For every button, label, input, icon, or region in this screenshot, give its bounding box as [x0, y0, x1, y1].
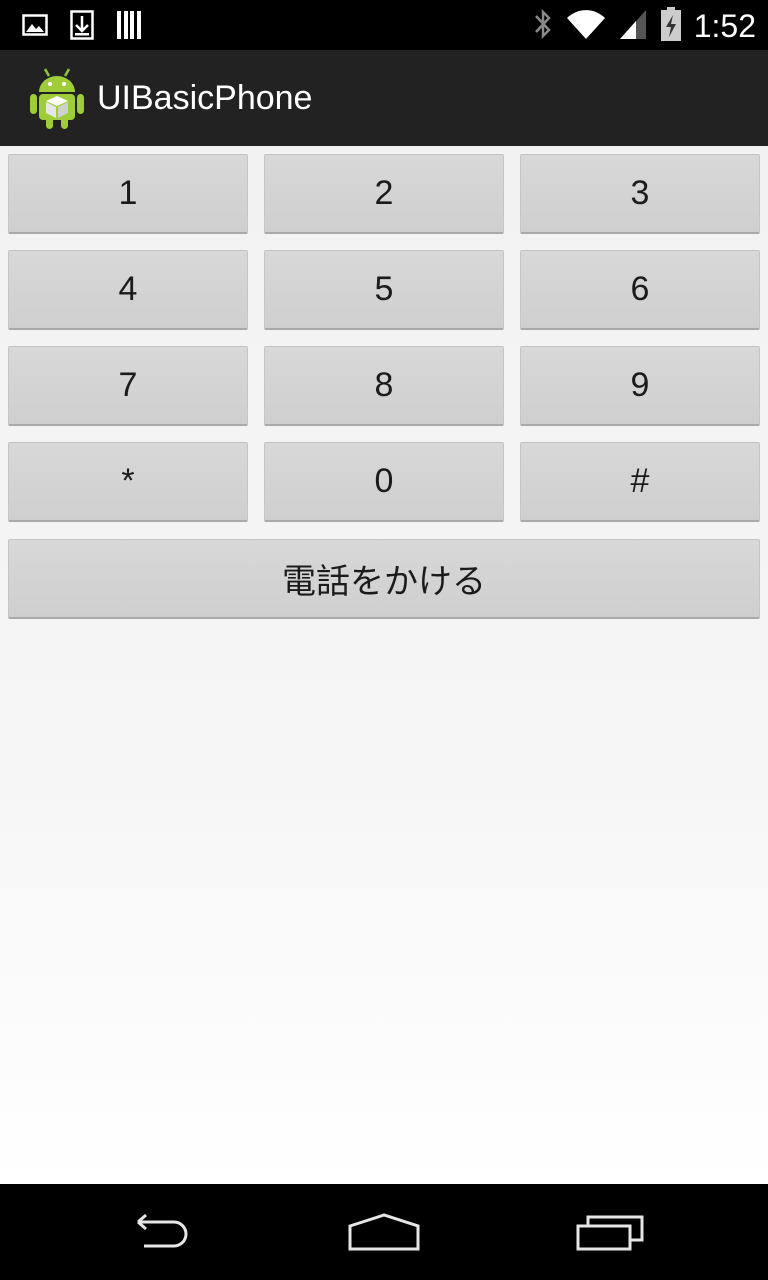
key-3[interactable]: 3	[520, 154, 760, 234]
storage-notification-icon	[116, 10, 142, 44]
key-2[interactable]: 2	[264, 154, 504, 234]
key-8[interactable]: 8	[264, 346, 504, 426]
cell-signal-icon	[618, 8, 648, 44]
app-title: UIBasicPhone	[97, 79, 313, 117]
key-5[interactable]: 5	[264, 250, 504, 330]
status-clock: 1:52	[693, 8, 756, 44]
navigation-bar	[0, 1184, 768, 1280]
status-bar: 1:52	[0, 0, 768, 50]
key-0[interactable]: 0	[264, 442, 504, 522]
key-4[interactable]: 4	[8, 250, 248, 330]
key-6[interactable]: 6	[520, 250, 760, 330]
key-hash[interactable]: #	[520, 442, 760, 522]
recent-apps-icon[interactable]	[574, 1212, 646, 1256]
action-bar: UIBasicPhone	[0, 50, 768, 146]
key-7[interactable]: 7	[8, 346, 248, 426]
download-notification-icon	[70, 10, 94, 44]
dialer-content: 1 2 3 4 5 6 7 8 9 * 0 # 電話をかける	[0, 146, 768, 1184]
bluetooth-icon	[532, 7, 554, 45]
image-notification-icon	[22, 13, 48, 41]
key-9[interactable]: 9	[520, 346, 760, 426]
home-icon[interactable]	[346, 1212, 422, 1256]
call-button[interactable]: 電話をかける	[8, 539, 760, 619]
android-robot-icon[interactable]	[28, 66, 86, 130]
back-icon[interactable]	[124, 1212, 196, 1256]
battery-charging-icon	[660, 6, 682, 46]
key-star[interactable]: *	[8, 442, 248, 522]
wifi-icon	[566, 8, 606, 44]
key-1[interactable]: 1	[8, 154, 248, 234]
